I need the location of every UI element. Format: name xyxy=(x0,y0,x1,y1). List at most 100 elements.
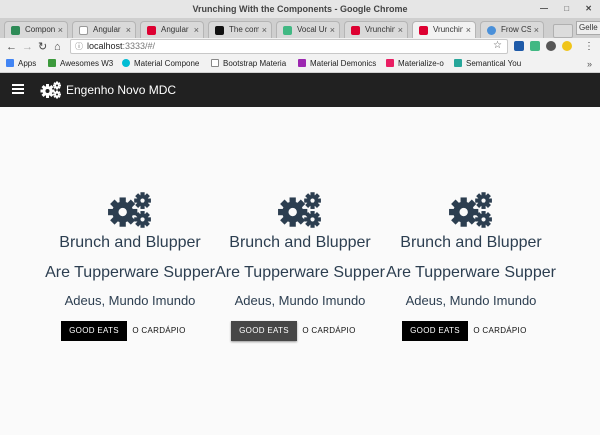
tab-strip: Compone × Angular F × Angular I × The co… xyxy=(0,18,600,38)
home-icon[interactable]: ⌂ xyxy=(54,39,61,55)
browser-tab[interactable]: Vrunchin × xyxy=(344,21,408,38)
bookmark-item[interactable]: Awesomes W3 xyxy=(48,56,113,72)
tab-label: Vrunchin xyxy=(365,25,395,34)
bookmark-label: Semantical You xyxy=(466,59,522,68)
bookmark-label: Awesomes W3 xyxy=(60,59,114,68)
tab-close-icon[interactable]: × xyxy=(466,22,471,38)
cardapio-button[interactable]: O CARDÁPIO xyxy=(470,321,530,341)
tab-label: Angular I xyxy=(161,25,191,34)
bookmark-item[interactable]: Materialize-o xyxy=(386,56,444,72)
tab-close-icon[interactable]: × xyxy=(126,22,131,38)
browser-tab[interactable]: Angular I × xyxy=(140,21,204,38)
tab-favicon-icon xyxy=(147,26,156,35)
tab-label: Vrunchin xyxy=(433,25,463,34)
browser-tab[interactable]: Vocal Un × xyxy=(276,21,340,38)
bookmark-star-icon[interactable]: ☆ xyxy=(493,39,502,52)
address-bar[interactable]: ⓘ localhost:3333/#/ ☆ xyxy=(70,39,508,54)
cardapio-button[interactable]: O CARDÁPIO xyxy=(299,321,359,341)
gears-icon xyxy=(108,192,151,228)
tab-favicon-icon xyxy=(11,26,20,35)
bookmark-label: Apps xyxy=(18,59,37,68)
extension-cookie-icon[interactable] xyxy=(562,41,572,51)
promo-card: Brunch and Blupper Are Tupperware Supper… xyxy=(215,190,385,341)
reload-icon[interactable]: ↻ xyxy=(38,39,47,55)
extension-vue-icon[interactable] xyxy=(530,41,540,51)
window-controls: — □ ✕ xyxy=(526,0,592,18)
app-bar: Engenho Novo MDC xyxy=(0,73,600,107)
window-titlebar: Vrunching With the Components - Google C… xyxy=(0,0,600,18)
tab-close-icon[interactable]: × xyxy=(398,22,403,38)
tab-favicon-icon xyxy=(283,26,292,35)
bookmark-favicon-icon xyxy=(386,59,394,67)
forward-icon[interactable]: → xyxy=(22,39,33,55)
tab-close-icon[interactable]: × xyxy=(194,22,199,38)
bookmark-label: Materialize-o xyxy=(398,59,444,68)
tab-label: The comp xyxy=(229,25,259,34)
bookmark-label: Bootstrap Materia xyxy=(223,59,287,68)
bookmark-favicon-icon xyxy=(48,59,56,67)
apps-grid-icon xyxy=(6,59,14,67)
browser-tab-active[interactable]: Vrunchin × xyxy=(412,21,476,38)
bookmark-apps[interactable]: Apps xyxy=(6,56,36,72)
tab-favicon-icon xyxy=(487,26,496,35)
info-icon[interactable]: ⓘ xyxy=(75,40,83,53)
tab-favicon-icon xyxy=(79,26,88,35)
card-title-line1: Brunch and Blupper xyxy=(229,234,371,251)
bookmarks-overflow-icon[interactable]: » xyxy=(587,56,592,72)
profile-button[interactable]: Gelle xyxy=(576,21,600,35)
card-title-line1: Brunch and Blupper xyxy=(400,234,542,251)
good-eats-button[interactable]: GOOD EATS xyxy=(61,321,127,341)
tab-close-icon[interactable]: × xyxy=(58,22,63,38)
hamburger-menu-icon[interactable] xyxy=(12,84,24,94)
bookmarks-bar: Apps Awesomes W3 Material Compone Bootst… xyxy=(0,56,600,73)
tab-favicon-icon xyxy=(351,26,360,35)
card-actions: GOOD EATS O CARDÁPIO xyxy=(215,321,385,341)
close-window-icon[interactable]: ✕ xyxy=(585,4,592,13)
tab-close-icon[interactable]: × xyxy=(262,22,267,38)
gears-icon xyxy=(40,81,61,99)
bookmark-item[interactable]: Semantical You xyxy=(454,56,521,72)
tab-label: Vocal Un xyxy=(297,25,327,34)
extension-bug-icon[interactable] xyxy=(546,41,556,51)
bookmark-favicon-icon xyxy=(122,59,130,67)
card-title-line1: Brunch and Blupper xyxy=(59,234,201,251)
chrome-menu-icon[interactable]: ⋮ xyxy=(584,39,594,55)
bookmark-page-icon xyxy=(211,59,219,67)
bookmark-favicon-icon xyxy=(298,59,306,67)
card-subtitle: Adeus, Mundo Imundo xyxy=(64,293,196,308)
browser-tab[interactable]: The comp × xyxy=(208,21,272,38)
good-eats-button[interactable]: GOOD EATS xyxy=(402,321,468,341)
card-actions: GOOD EATS O CARDÁPIO xyxy=(45,321,215,341)
browser-toolbar: ← → ↻ ⌂ ⓘ localhost:3333/#/ ☆ ⋮ xyxy=(0,38,600,56)
tab-close-icon[interactable]: × xyxy=(330,22,335,38)
window-title: Vrunching With the Components - Google C… xyxy=(192,4,408,14)
maximize-icon[interactable]: □ xyxy=(564,4,569,13)
new-tab-button[interactable] xyxy=(553,24,573,38)
tab-favicon-icon xyxy=(215,26,224,35)
promo-card: Brunch and Blupper Are Tupperware Supper… xyxy=(386,190,556,341)
card-title-line2: Are Tupperware Supper xyxy=(215,264,385,281)
card-title-line2: Are Tupperware Supper xyxy=(386,264,556,281)
url-host: localhost xyxy=(87,41,123,51)
gears-icon xyxy=(278,192,321,228)
browser-tab[interactable]: Angular F × xyxy=(72,21,136,38)
cardapio-button[interactable]: O CARDÁPIO xyxy=(129,321,189,341)
tab-close-icon[interactable]: × xyxy=(534,22,539,38)
bookmark-item[interactable]: Material Compone xyxy=(122,56,199,72)
minimize-icon[interactable]: — xyxy=(540,4,548,13)
bookmark-label: Material Demonics xyxy=(310,59,377,68)
tab-label: Compone xyxy=(25,25,55,34)
browser-tab[interactable]: Compone × xyxy=(4,21,68,38)
card-actions: GOOD EATS O CARDÁPIO xyxy=(386,321,556,341)
tab-label: Angular F xyxy=(93,25,123,34)
bookmark-item[interactable]: Material Demonics xyxy=(298,56,376,72)
card-title-line2: Are Tupperware Supper xyxy=(45,264,215,281)
good-eats-button[interactable]: GOOD EATS xyxy=(231,321,297,341)
back-icon[interactable]: ← xyxy=(6,39,17,55)
promo-card: Brunch and Blupper Are Tupperware Supper… xyxy=(45,190,215,341)
bookmark-item[interactable]: Bootstrap Materia xyxy=(211,56,286,72)
card-subtitle: Adeus, Mundo Imundo xyxy=(405,293,537,308)
browser-tab[interactable]: Frow CSS × xyxy=(480,21,544,38)
bookmark-favicon-icon xyxy=(454,59,462,67)
extension-vuetify-icon[interactable] xyxy=(514,41,524,51)
